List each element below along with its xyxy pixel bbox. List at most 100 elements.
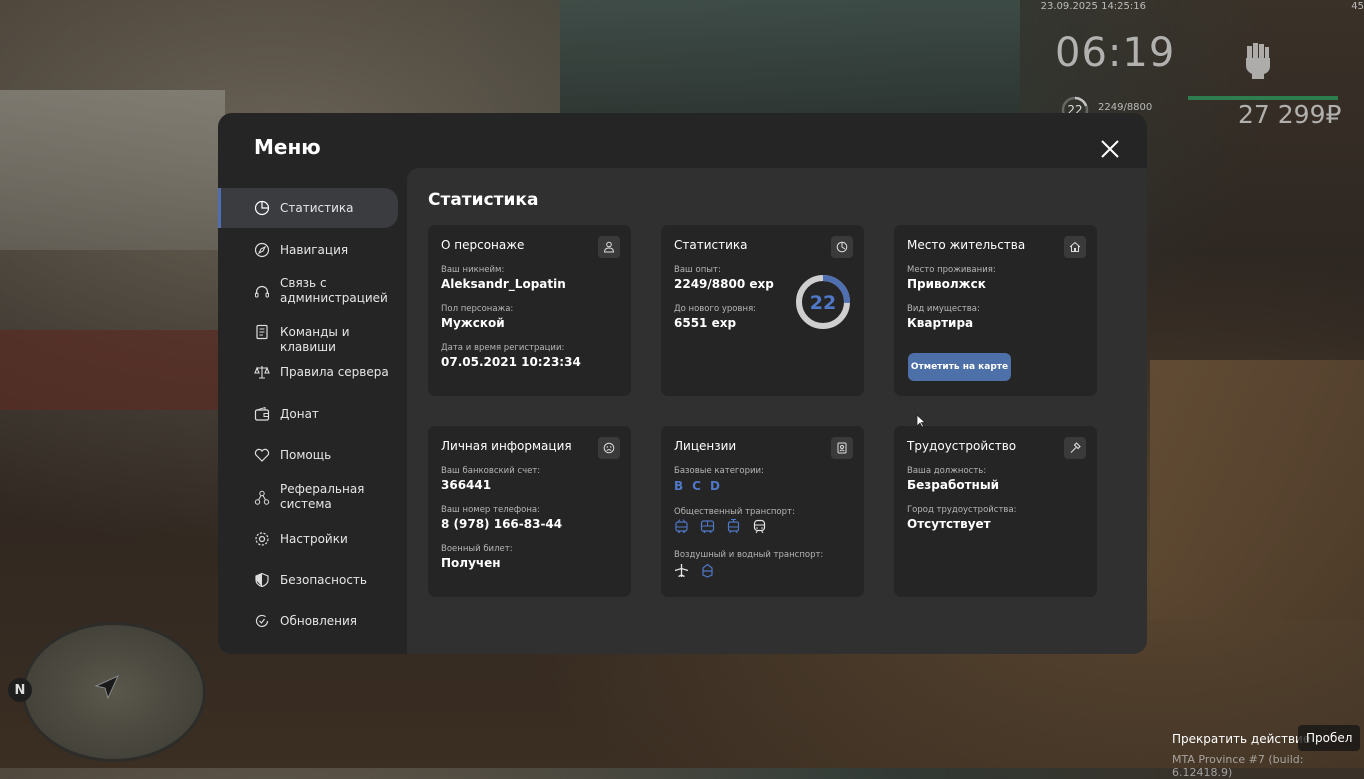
card-title: Трудоустройство	[907, 439, 1017, 453]
fist-icon	[1246, 43, 1270, 79]
background-wall	[0, 330, 225, 410]
nickname-value: Aleksandr_Lopatin	[441, 277, 566, 291]
hud-clock: 06:19	[1055, 30, 1176, 76]
sidebar-item-label: Обновления	[280, 614, 358, 628]
shield-icon	[255, 572, 269, 588]
train-icon	[753, 519, 766, 534]
hud-exp: 2249/8800	[1098, 102, 1153, 113]
military-value: Получен	[441, 556, 501, 570]
close-icon[interactable]	[1098, 137, 1122, 161]
level-value: 22	[810, 292, 836, 314]
card-character: О персонаже Ваш никнейм: Aleksandr_Lopat…	[428, 225, 631, 396]
sidebar-item-navigation[interactable]: Навигация	[218, 230, 398, 270]
next-level-label: До нового уровня:	[674, 304, 757, 314]
next-level-value: 6551 exp	[674, 316, 737, 330]
pie-chart-icon	[254, 200, 270, 216]
refresh-check-icon	[255, 614, 269, 627]
trolleybus-icon	[675, 519, 688, 533]
wallet-icon	[254, 406, 270, 421]
card-title: О персонаже	[441, 238, 525, 252]
content-title: Статистика	[428, 190, 539, 210]
job-city-label: Город трудоустройства:	[907, 505, 1017, 515]
sidebar-item-help[interactable]: Помощь	[218, 437, 398, 473]
background-board	[560, 0, 1020, 115]
tram-icon	[727, 519, 740, 534]
sidebar-item-label: Команды и клавиши	[280, 325, 350, 354]
sidebar-item-label: Помощь	[280, 448, 332, 462]
phone-value: 8 (978) 166-83-44	[441, 517, 563, 531]
public-transport-icons	[674, 519, 767, 534]
card-title: Лицензии	[674, 439, 737, 453]
id-card-icon	[831, 437, 853, 459]
sidebar-item-updates[interactable]: Обновления	[218, 603, 398, 639]
hammer-icon	[1064, 437, 1086, 459]
hud-datetime: 23.09.2025 14:25:16	[1040, 1, 1146, 12]
card-employment: Трудоустройство Ваша должность: Безработ…	[894, 426, 1097, 597]
mark-on-map-button[interactable]: Отметить на карте	[908, 353, 1011, 381]
sidebar-item-label: Статистика	[280, 201, 354, 215]
license-category: B	[674, 479, 684, 493]
clock-chart-icon	[831, 236, 853, 258]
sidebar-item-settings[interactable]: Настройки	[218, 521, 398, 557]
registration-label: Дата и время регистрации:	[441, 343, 565, 353]
sidebar-item-donate[interactable]: Донат	[218, 396, 398, 432]
gear-icon	[255, 532, 269, 546]
document-icon	[256, 324, 268, 340]
phone-label: Ваш номер телефона:	[441, 505, 540, 515]
face-icon	[598, 437, 620, 459]
residence-label: Место проживания:	[907, 265, 996, 275]
military-label: Военный билет:	[441, 544, 513, 554]
sidebar-item-label: Правила сервера	[280, 365, 389, 379]
exp-value: 2249/8800 exp	[674, 277, 774, 291]
user-icon	[598, 236, 620, 258]
public-transport-label: Общественный транспорт:	[674, 507, 795, 517]
player-arrow-icon	[94, 674, 120, 700]
menu-window: Меню Статистика Навигация Связь с админи…	[218, 113, 1147, 654]
sidebar-item-security[interactable]: Безопасность	[218, 562, 398, 598]
menu-title: Меню	[254, 135, 321, 159]
bank-value: 366441	[441, 478, 492, 492]
residence-value: Приволжск	[907, 277, 986, 291]
mouse-cursor-icon	[916, 414, 926, 428]
card-title: Личная информация	[441, 439, 572, 453]
scales-icon	[254, 366, 270, 379]
card-statistics: Статистика Ваш опыт: 2249/8800 exp До но…	[661, 225, 864, 396]
sidebar-item-label: Донат	[280, 407, 319, 421]
key-hint[interactable]: Пробел	[1298, 725, 1361, 751]
sidebar-item-label: Настройки	[280, 532, 348, 546]
card-title: Место жительства	[907, 238, 1026, 252]
air-water-label: Воздушный и водный транспорт:	[674, 550, 824, 560]
air-water-icons	[674, 563, 715, 578]
sidebar-item-rules[interactable]: Правила сервера	[218, 354, 398, 390]
background-poster	[0, 90, 225, 250]
exp-label: Ваш опыт:	[674, 265, 721, 275]
airplane-icon	[674, 564, 689, 578]
position-value: Безработный	[907, 478, 1000, 492]
gender-label: Пол персонажа:	[441, 304, 514, 314]
nickname-label: Ваш никнейм:	[441, 265, 505, 275]
headset-icon	[255, 285, 269, 298]
bus-icon	[700, 520, 715, 533]
card-residence: Место жительства Место проживания: Приво…	[894, 225, 1097, 396]
compass-icon	[254, 242, 270, 258]
action-prompt: Прекратить действие	[1172, 732, 1311, 746]
content-panel: Статистика О персонаже Ваш никнейм: Alek…	[407, 168, 1147, 654]
house-icon	[1064, 236, 1086, 258]
base-categories-label: Базовые категории:	[674, 466, 764, 476]
background-floor	[1150, 360, 1364, 620]
heart-icon	[254, 448, 270, 462]
property-label: Вид имущества:	[907, 304, 980, 314]
level-progress-ring: 22	[796, 275, 850, 329]
sidebar-item-referral[interactable]: Реферальная система	[218, 478, 398, 518]
license-category: C	[692, 479, 701, 493]
card-title: Статистика	[674, 238, 748, 252]
north-indicator: N	[8, 678, 32, 702]
sidebar-item-statistics[interactable]: Статистика	[218, 188, 398, 228]
license-categories: B C D	[674, 479, 720, 493]
sidebar-item-label: Безопасность	[280, 573, 367, 587]
job-city-value: Отсутствует	[907, 517, 991, 531]
bank-label: Ваш банковский счет:	[441, 466, 541, 476]
sidebar-item-admin-contact[interactable]: Связь с администрацией	[218, 272, 398, 312]
license-category: D	[709, 479, 720, 493]
sidebar-item-commands[interactable]: Команды и клавиши	[218, 314, 398, 354]
